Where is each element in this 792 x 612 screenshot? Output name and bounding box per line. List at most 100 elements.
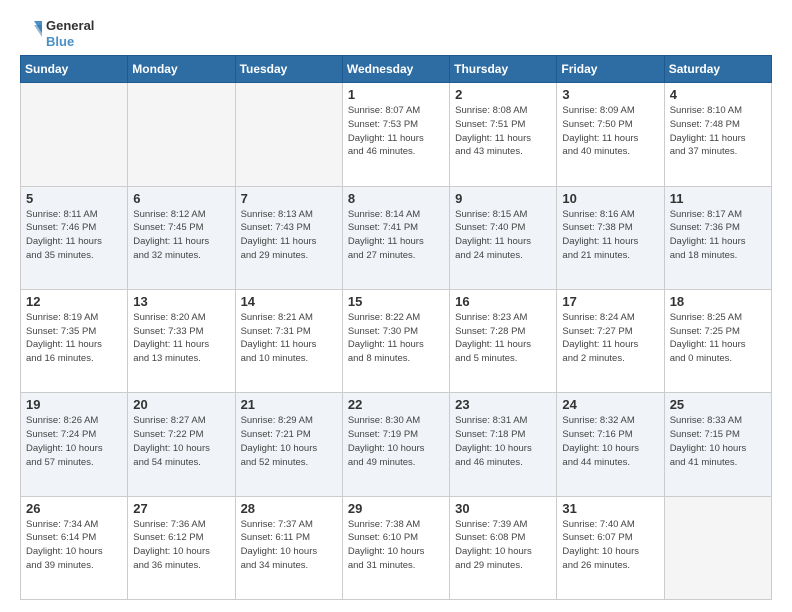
- calendar-day-cell: 24 Sunrise: 8:32 AM Sunset: 7:16 PM Dayli…: [557, 393, 664, 496]
- calendar-day-cell: 17Sunrise: 8:24 AM Sunset: 7:27 PM Dayli…: [557, 289, 664, 392]
- day-number: 29: [348, 501, 444, 516]
- calendar-header-row: Sunday Monday Tuesday Wednesday Thursday…: [21, 56, 772, 83]
- calendar-day-cell: 25 Sunrise: 8:33 AM Sunset: 7:15 PM Dayli…: [664, 393, 771, 496]
- day-number: 11: [670, 191, 766, 206]
- day-info: Sunrise: 8:23 AM Sunset: 7:28 PM Dayligh…: [455, 311, 551, 366]
- day-number: 26: [26, 501, 122, 516]
- logo-general-text: General: [46, 18, 94, 34]
- calendar-day-cell: 14Sunrise: 8:21 AM Sunset: 7:31 PM Dayli…: [235, 289, 342, 392]
- day-number: 24: [562, 397, 658, 412]
- day-info: Sunrise: 7:36 AM Sunset: 6:12 PM Dayligh…: [133, 518, 229, 573]
- day-number: 4: [670, 87, 766, 102]
- day-number: 27: [133, 501, 229, 516]
- day-number: 8: [348, 191, 444, 206]
- calendar-day-cell: 20Sunrise: 8:27 AM Sunset: 7:22 PM Dayli…: [128, 393, 235, 496]
- col-saturday: Saturday: [664, 56, 771, 83]
- calendar-day-cell: 6Sunrise: 8:12 AM Sunset: 7:45 PM Daylig…: [128, 186, 235, 289]
- day-info: Sunrise: 8:16 AM Sunset: 7:38 PM Dayligh…: [562, 208, 658, 263]
- logo-blue-text: Blue: [46, 34, 94, 50]
- day-number: 25: [670, 397, 766, 412]
- day-number: 22: [348, 397, 444, 412]
- header: General Blue: [20, 18, 772, 49]
- calendar-day-cell: 28Sunrise: 7:37 AM Sunset: 6:11 PM Dayli…: [235, 496, 342, 599]
- calendar-week-row: 12Sunrise: 8:19 AM Sunset: 7:35 PM Dayli…: [21, 289, 772, 392]
- day-info: Sunrise: 8:30 AM Sunset: 7:19 PM Dayligh…: [348, 414, 444, 469]
- calendar-day-cell: 18 Sunrise: 8:25 AM Sunset: 7:25 PM Dayli…: [664, 289, 771, 392]
- day-info: Sunrise: 8:17 AM Sunset: 7:36 PM Dayligh…: [670, 208, 766, 263]
- calendar-day-cell: 4 Sunrise: 8:10 AM Sunset: 7:48 PM Daylig…: [664, 83, 771, 186]
- calendar-day-cell: 26 Sunrise: 7:34 AM Sunset: 6:14 PM Dayli…: [21, 496, 128, 599]
- calendar-day-cell: 7 Sunrise: 8:13 AM Sunset: 7:43 PM Daylig…: [235, 186, 342, 289]
- calendar-week-row: 1 Sunrise: 8:07 AM Sunset: 7:53 PM Daylig…: [21, 83, 772, 186]
- day-info: Sunrise: 7:37 AM Sunset: 6:11 PM Dayligh…: [241, 518, 337, 573]
- day-info: Sunrise: 8:31 AM Sunset: 7:18 PM Dayligh…: [455, 414, 551, 469]
- calendar-day-cell: [235, 83, 342, 186]
- calendar-week-row: 5 Sunrise: 8:11 AM Sunset: 7:46 PM Daylig…: [21, 186, 772, 289]
- day-info: Sunrise: 7:38 AM Sunset: 6:10 PM Dayligh…: [348, 518, 444, 573]
- day-info: Sunrise: 7:39 AM Sunset: 6:08 PM Dayligh…: [455, 518, 551, 573]
- calendar-week-row: 26 Sunrise: 7:34 AM Sunset: 6:14 PM Dayli…: [21, 496, 772, 599]
- calendar-week-row: 19 Sunrise: 8:26 AM Sunset: 7:24 PM Dayli…: [21, 393, 772, 496]
- day-number: 30: [455, 501, 551, 516]
- day-info: Sunrise: 8:19 AM Sunset: 7:35 PM Dayligh…: [26, 311, 122, 366]
- calendar-day-cell: 2Sunrise: 8:08 AM Sunset: 7:51 PM Daylig…: [450, 83, 557, 186]
- day-info: Sunrise: 8:32 AM Sunset: 7:16 PM Dayligh…: [562, 414, 658, 469]
- calendar-day-cell: 21 Sunrise: 8:29 AM Sunset: 7:21 PM Dayli…: [235, 393, 342, 496]
- day-info: Sunrise: 8:33 AM Sunset: 7:15 PM Dayligh…: [670, 414, 766, 469]
- day-info: Sunrise: 8:13 AM Sunset: 7:43 PM Dayligh…: [241, 208, 337, 263]
- calendar-day-cell: 16Sunrise: 8:23 AM Sunset: 7:28 PM Dayli…: [450, 289, 557, 392]
- calendar-day-cell: 29 Sunrise: 7:38 AM Sunset: 6:10 PM Dayli…: [342, 496, 449, 599]
- day-number: 19: [26, 397, 122, 412]
- col-wednesday: Wednesday: [342, 56, 449, 83]
- calendar-day-cell: [21, 83, 128, 186]
- day-number: 1: [348, 87, 444, 102]
- calendar-day-cell: 30 Sunrise: 7:39 AM Sunset: 6:08 PM Dayli…: [450, 496, 557, 599]
- day-info: Sunrise: 8:12 AM Sunset: 7:45 PM Dayligh…: [133, 208, 229, 263]
- day-number: 10: [562, 191, 658, 206]
- day-info: Sunrise: 8:15 AM Sunset: 7:40 PM Dayligh…: [455, 208, 551, 263]
- col-friday: Friday: [557, 56, 664, 83]
- col-sunday: Sunday: [21, 56, 128, 83]
- calendar-day-cell: 9Sunrise: 8:15 AM Sunset: 7:40 PM Daylig…: [450, 186, 557, 289]
- day-number: 31: [562, 501, 658, 516]
- day-info: Sunrise: 8:11 AM Sunset: 7:46 PM Dayligh…: [26, 208, 122, 263]
- calendar-day-cell: 23 Sunrise: 8:31 AM Sunset: 7:18 PM Dayli…: [450, 393, 557, 496]
- day-number: 7: [241, 191, 337, 206]
- day-info: Sunrise: 7:40 AM Sunset: 6:07 PM Dayligh…: [562, 518, 658, 573]
- day-number: 14: [241, 294, 337, 309]
- calendar-day-cell: 31 Sunrise: 7:40 AM Sunset: 6:07 PM Dayli…: [557, 496, 664, 599]
- calendar-day-cell: 11 Sunrise: 8:17 AM Sunset: 7:36 PM Dayli…: [664, 186, 771, 289]
- calendar-day-cell: [664, 496, 771, 599]
- day-info: Sunrise: 8:22 AM Sunset: 7:30 PM Dayligh…: [348, 311, 444, 366]
- day-info: Sunrise: 8:09 AM Sunset: 7:50 PM Dayligh…: [562, 104, 658, 159]
- col-thursday: Thursday: [450, 56, 557, 83]
- day-info: Sunrise: 8:20 AM Sunset: 7:33 PM Dayligh…: [133, 311, 229, 366]
- calendar-day-cell: 22 Sunrise: 8:30 AM Sunset: 7:19 PM Dayli…: [342, 393, 449, 496]
- day-info: Sunrise: 8:14 AM Sunset: 7:41 PM Dayligh…: [348, 208, 444, 263]
- calendar-day-cell: 12Sunrise: 8:19 AM Sunset: 7:35 PM Dayli…: [21, 289, 128, 392]
- day-number: 18: [670, 294, 766, 309]
- day-info: Sunrise: 7:34 AM Sunset: 6:14 PM Dayligh…: [26, 518, 122, 573]
- day-info: Sunrise: 8:26 AM Sunset: 7:24 PM Dayligh…: [26, 414, 122, 469]
- day-info: Sunrise: 8:08 AM Sunset: 7:51 PM Dayligh…: [455, 104, 551, 159]
- calendar-day-cell: 5 Sunrise: 8:11 AM Sunset: 7:46 PM Daylig…: [21, 186, 128, 289]
- calendar-day-cell: 27 Sunrise: 7:36 AM Sunset: 6:12 PM Dayli…: [128, 496, 235, 599]
- day-number: 17: [562, 294, 658, 309]
- day-number: 5: [26, 191, 122, 206]
- calendar-day-cell: 10 Sunrise: 8:16 AM Sunset: 7:38 PM Dayli…: [557, 186, 664, 289]
- day-info: Sunrise: 8:29 AM Sunset: 7:21 PM Dayligh…: [241, 414, 337, 469]
- day-info: Sunrise: 8:07 AM Sunset: 7:53 PM Dayligh…: [348, 104, 444, 159]
- day-info: Sunrise: 8:10 AM Sunset: 7:48 PM Dayligh…: [670, 104, 766, 159]
- page: General Blue Sunday Monday Tuesday Wedne…: [0, 0, 792, 612]
- col-tuesday: Tuesday: [235, 56, 342, 83]
- day-info: Sunrise: 8:25 AM Sunset: 7:25 PM Dayligh…: [670, 311, 766, 366]
- calendar-table: Sunday Monday Tuesday Wednesday Thursday…: [20, 55, 772, 600]
- day-number: 23: [455, 397, 551, 412]
- logo-svg: [20, 19, 42, 49]
- calendar-day-cell: 15Sunrise: 8:22 AM Sunset: 7:30 PM Dayli…: [342, 289, 449, 392]
- day-number: 21: [241, 397, 337, 412]
- calendar-day-cell: 13Sunrise: 8:20 AM Sunset: 7:33 PM Dayli…: [128, 289, 235, 392]
- day-number: 3: [562, 87, 658, 102]
- calendar-day-cell: 1 Sunrise: 8:07 AM Sunset: 7:53 PM Daylig…: [342, 83, 449, 186]
- calendar-day-cell: 8 Sunrise: 8:14 AM Sunset: 7:41 PM Daylig…: [342, 186, 449, 289]
